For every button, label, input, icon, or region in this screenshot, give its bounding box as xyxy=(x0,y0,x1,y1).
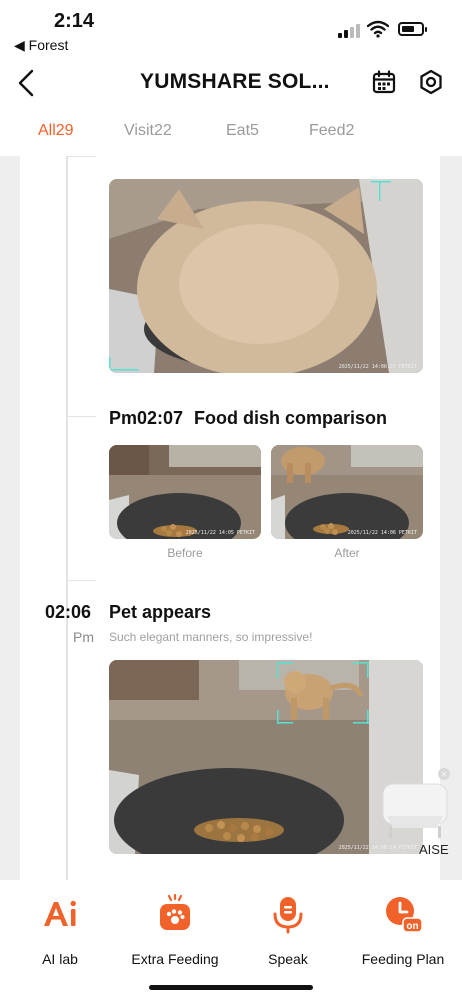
event-filter-tabs: All29 Visit22 Eat5 Feed2 xyxy=(0,112,462,156)
ai-lab-button[interactable]: AI lab xyxy=(40,894,80,967)
calendar-icon[interactable] xyxy=(372,70,396,94)
snapshot-image[interactable]: 2025/11/22 14:06:27 PETKIT xyxy=(109,179,423,373)
back-chevron-icon[interactable] xyxy=(14,68,40,98)
microphone-icon xyxy=(273,897,303,934)
extra-feeding-icon xyxy=(160,893,190,930)
before-label: Before xyxy=(167,546,203,560)
ai-icon xyxy=(44,900,76,926)
ai-lab-label: AI lab xyxy=(42,951,78,967)
status-time: 2:14 xyxy=(54,10,95,32)
event-time: 02:06 xyxy=(45,602,92,622)
floating-promo[interactable]: AISE xyxy=(377,766,457,866)
clock-on-icon: on xyxy=(386,897,423,933)
before-timestamp: 2025/11/22 14:05 PETKIT xyxy=(185,530,255,536)
svg-text:on: on xyxy=(406,921,418,932)
after-thumbnail[interactable]: 2025/11/22 14:06 PETKIT xyxy=(271,445,423,539)
before-thumbnail[interactable]: 2025/11/22 14:05 PETKIT xyxy=(109,445,261,539)
event-time: Pm02:07 xyxy=(109,408,184,428)
feeding-plan-label: Feeding Plan xyxy=(361,951,445,967)
speak-label: Speak xyxy=(268,951,308,967)
settings-icon[interactable] xyxy=(418,69,444,95)
speak-button[interactable]: Speak xyxy=(268,894,308,967)
device-title: YUMSHARE SOL... xyxy=(140,70,330,93)
status-bar: 2:14 ◀ Forest xyxy=(0,0,462,56)
after-timestamp: 2025/11/22 14:06 PETKIT xyxy=(347,530,417,536)
extra-feeding-label: Extra Feeding xyxy=(131,951,219,967)
battery-icon xyxy=(398,22,427,36)
bottom-action-bar: AI lab Extra Feeding Speak on Feeding Pl… xyxy=(0,880,462,1000)
after-label: After xyxy=(334,546,360,560)
cellular-signal-icon xyxy=(338,24,362,38)
feeding-plan-button[interactable]: on Feeding Plan xyxy=(362,894,444,967)
event-title: Food dish comparison xyxy=(194,408,388,428)
feeder-product-icon xyxy=(382,783,448,838)
extra-feeding-button[interactable]: Extra Feeding xyxy=(131,893,219,967)
tab-feed[interactable]: Feed2 xyxy=(309,122,354,140)
back-to-app-link[interactable]: ◀ Forest xyxy=(14,37,68,54)
snapshot-timestamp: 2025/11/22 14:06:27 PETKIT xyxy=(338,364,417,370)
timeline-tick xyxy=(66,580,96,581)
tab-visit[interactable]: Visit22 xyxy=(124,122,172,140)
timeline-tick xyxy=(66,416,96,417)
wifi-icon xyxy=(367,20,389,38)
nav-bar: YUMSHARE SOL... xyxy=(0,56,462,110)
event-ampm: Pm xyxy=(73,629,94,645)
home-indicator[interactable] xyxy=(149,985,313,990)
promo-text: AISE xyxy=(419,842,449,857)
pet-snapshot-image[interactable]: 2025/11/22 14:06:14 PETKIT xyxy=(109,660,423,854)
timeline-line xyxy=(66,156,68,880)
tab-eat[interactable]: Eat5 xyxy=(226,122,259,140)
event-title: Pet appears xyxy=(109,602,212,622)
tab-all[interactable]: All29 xyxy=(38,122,74,140)
event-subtitle: Such elegant manners, so impressive! xyxy=(109,630,313,644)
timeline-tick xyxy=(66,156,96,157)
